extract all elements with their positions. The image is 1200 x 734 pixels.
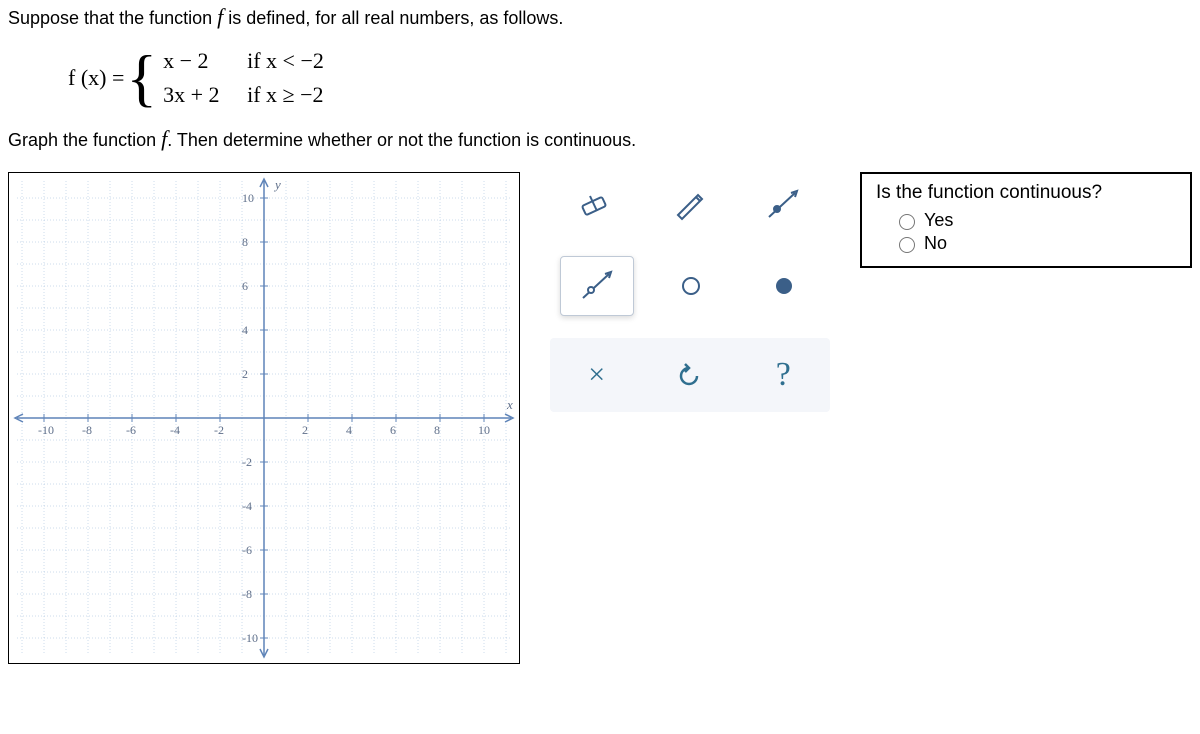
svg-text:-4: -4 <box>242 499 252 513</box>
svg-text:10: 10 <box>478 423 490 437</box>
text: Suppose that the function <box>8 8 217 28</box>
svg-text:6: 6 <box>390 423 396 437</box>
undo-tool[interactable] <box>654 346 726 404</box>
svg-text:2: 2 <box>242 367 248 381</box>
question-icon: ? <box>776 356 791 394</box>
svg-text:-2: -2 <box>214 423 224 437</box>
x-icon: × <box>588 358 605 392</box>
svg-text:8: 8 <box>434 423 440 437</box>
text: . Then determine whether or not the func… <box>167 130 636 150</box>
piecewise-definition: f (x) = { x − 2 if x < −2 3x + 2 if x ≥ … <box>68 48 1192 108</box>
svg-text:4: 4 <box>242 323 248 337</box>
option-yes[interactable]: Yes <box>894 210 1176 231</box>
svg-text:-10: -10 <box>242 631 258 645</box>
piece-1-expression: x − 2 <box>163 48 235 74</box>
y-axis-label: y <box>273 177 281 192</box>
svg-text:8: 8 <box>242 235 248 249</box>
undo-icon <box>675 360 705 390</box>
x-axis-label: x <box>506 397 513 412</box>
closed-point-tool[interactable] <box>748 257 820 315</box>
svg-text:6: 6 <box>242 279 248 293</box>
svg-text:2: 2 <box>302 423 308 437</box>
pencil-tool[interactable] <box>654 176 726 234</box>
tool-palette: × ? <box>550 176 830 412</box>
piece-2-condition: if x ≥ −2 <box>247 82 323 108</box>
left-brace: { <box>126 52 157 103</box>
help-tool[interactable]: ? <box>747 346 819 404</box>
svg-text:-8: -8 <box>242 587 252 601</box>
option-yes-label: Yes <box>924 210 953 231</box>
svg-text:4: 4 <box>346 423 352 437</box>
open-point-tool[interactable] <box>655 257 727 315</box>
radio-yes[interactable] <box>899 214 915 230</box>
text: is defined, for all real numbers, as fol… <box>223 8 563 28</box>
piece-1-condition: if x < −2 <box>247 48 324 74</box>
function-lhs: f (x) = <box>68 65 124 91</box>
prompt-line-1: Suppose that the function f is defined, … <box>8 4 1192 30</box>
question-text: Is the function continuous? <box>876 182 1176 204</box>
option-no[interactable]: No <box>894 233 1176 254</box>
svg-text:10: 10 <box>242 191 254 205</box>
svg-text:-6: -6 <box>126 423 136 437</box>
ray-open-endpoint-tool[interactable] <box>560 256 634 316</box>
graph-canvas[interactable]: 2 -2 2 -2 4 -4 4 -4 6 -6 6 -6 8 -8 8 -8 10 -10 10 -10 y x <box>8 172 520 664</box>
radio-no[interactable] <box>899 237 915 253</box>
option-no-label: No <box>924 233 947 254</box>
svg-text:-6: -6 <box>242 543 252 557</box>
eraser-tool[interactable] <box>561 176 633 234</box>
svg-text:-10: -10 <box>38 423 54 437</box>
text: Graph the function <box>8 130 161 150</box>
prompt-line-2: Graph the function f. Then determine whe… <box>8 126 1192 152</box>
continuity-question: Is the function continuous? Yes No <box>860 172 1192 268</box>
svg-text:-2: -2 <box>242 455 252 469</box>
piece-2-expression: 3x + 2 <box>163 82 235 108</box>
svg-text:-8: -8 <box>82 423 92 437</box>
svg-text:-4: -4 <box>170 423 180 437</box>
clear-tool[interactable]: × <box>561 346 633 404</box>
ray-closed-endpoint-tool[interactable] <box>747 176 819 234</box>
